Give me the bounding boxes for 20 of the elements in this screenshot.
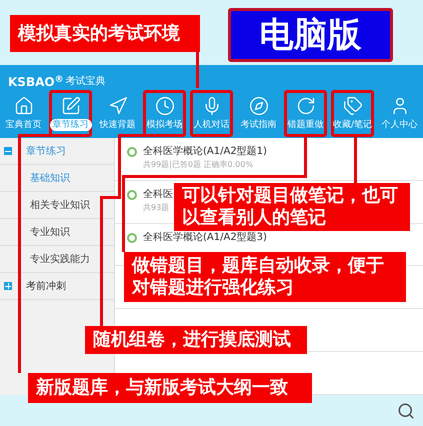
callout-label: 随机组卷，进行摸底测试 <box>85 326 307 354</box>
app-logo: KSBAO$^{®}$ <box>8 75 64 89</box>
list-item-title[interactable]: 全科医学概论(A1/A2型题3) <box>143 230 267 245</box>
nav-tab[interactable]: 宝典首页 <box>2 90 45 137</box>
nav-tab[interactable]: 考试指南 <box>237 90 280 137</box>
version-badge: 电脑版 <box>228 8 393 62</box>
list-item-subtitle: 共93题 <box>143 202 170 214</box>
nav-tab[interactable]: 个人中心 <box>378 90 421 137</box>
nav-tab[interactable]: 快速背题 <box>96 90 139 137</box>
nav-tab[interactable]: 模拟考场 <box>143 90 186 137</box>
app-logo-subtitle: 考试宝典 <box>66 75 106 89</box>
nav-tab[interactable]: 错题重做 <box>284 90 327 137</box>
list-item-title[interactable]: 全科医 <box>143 186 173 202</box>
callout-label: 新版题库，与新版考试大纲一致 <box>28 373 312 403</box>
callout-label: 可以针对题目做笔记，也可以查看别人的笔记 <box>174 183 410 231</box>
callout-label: 模拟真实的考试环境 <box>10 15 200 52</box>
list-item-subtitle: 共99题|已答0题 正确率0.00% <box>143 159 254 171</box>
list-item-title[interactable]: 全科医学概论(A1/A2型题1) <box>143 144 267 159</box>
nav-tab[interactable]: 人机对话 <box>190 90 233 137</box>
callout-label: 做错题目，题库自动收录，便于对错题进行强化练习 <box>124 252 406 302</box>
